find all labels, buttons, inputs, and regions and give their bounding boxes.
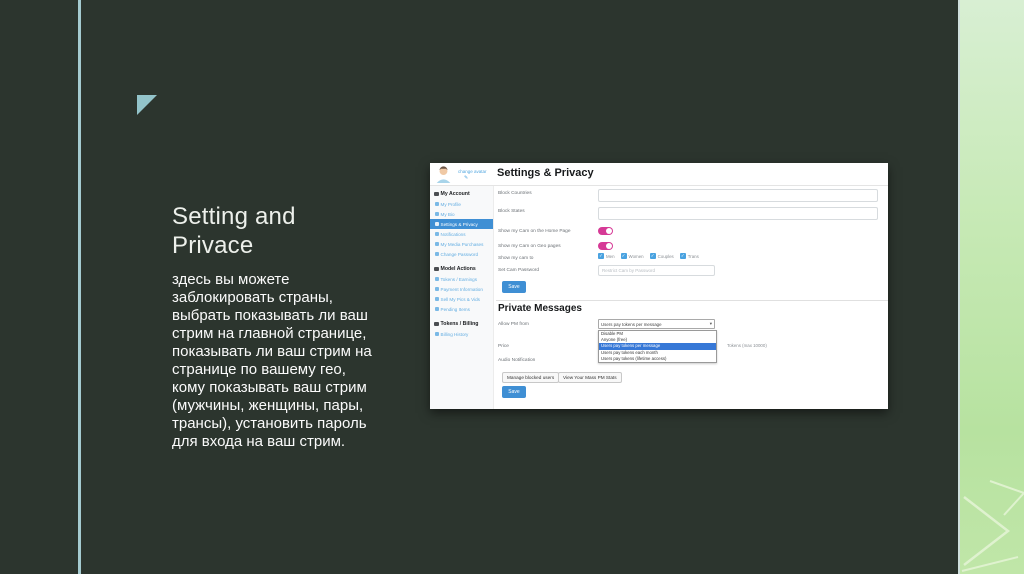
cam-password-input[interactable] [598, 265, 715, 276]
sidebar: My Account My Profile My Bio Settings & … [430, 186, 494, 409]
checkbox-men[interactable]: ✓ Men [598, 253, 615, 259]
show-geo-label: Show my Cam on Geo pages [498, 244, 561, 249]
allow-pm-dropdown: Disable PM Anyone (free) Users pay token… [598, 330, 717, 363]
user-icon [434, 191, 439, 197]
avatar [436, 166, 451, 183]
block-states-label: Block States [498, 209, 525, 214]
bell-icon [435, 232, 439, 236]
checkbox-checked-icon: ✓ [620, 253, 627, 259]
checkbox-trans[interactable]: ✓ Trans [679, 253, 699, 259]
photo-icon [435, 297, 439, 301]
app-screenshot: change avatar ✎ Settings & Privacy My Ac… [430, 163, 888, 409]
tokens-hint: Tokens (max 10000) [727, 343, 767, 348]
checkbox-couples[interactable]: ✓ Couples [649, 253, 674, 259]
bio-icon [435, 212, 439, 216]
checkbox-checked-icon: ✓ [598, 253, 604, 259]
dollar-icon [435, 277, 439, 281]
checkbox-women[interactable]: ✓ Women [620, 253, 644, 259]
block-countries-label: Block Countries [498, 191, 532, 196]
allow-pm-select[interactable]: Users pay tokens per message ▾ [598, 319, 715, 329]
toggle-knob [606, 243, 612, 249]
section-divider [496, 300, 888, 301]
chevron-down-icon: ▾ [709, 321, 712, 326]
show-cam-to-label: Show my cam to [498, 256, 534, 261]
lock-icon [435, 252, 439, 256]
sidebar-item-my-profile[interactable]: My Profile [430, 199, 493, 209]
page-title: Settings & Privacy [497, 167, 594, 179]
dropdown-option-lifetime-access[interactable]: Users pay tokens (lifetime access) [599, 356, 716, 362]
settings-panel: Block Countries Block States Show my Cam… [494, 186, 888, 409]
bank-icon [435, 287, 439, 291]
sidebar-section-tokens-billing: Tokens / Billing [430, 319, 493, 329]
slide-title-line1: Setting and [172, 203, 296, 230]
sidebar-item-media-purchases[interactable]: My Media Purchases [430, 239, 493, 249]
sidebar-section-my-account: My Account [430, 189, 493, 199]
checkbox-checked-icon: ✓ [679, 253, 686, 259]
profile-icon [435, 202, 439, 206]
presentation-slide: Setting and Privace здесь вы можете забл… [0, 0, 1024, 574]
clock-icon [435, 307, 439, 311]
settings-save-button[interactable]: Save [502, 281, 526, 293]
toggle-knob [606, 228, 612, 234]
sidebar-item-pending-items[interactable]: Pending Items [430, 304, 493, 314]
block-states-input[interactable] [598, 207, 878, 220]
history-icon [435, 332, 439, 336]
sidebar-item-sell-pics-vids[interactable]: Sell My Pics & Vids [430, 294, 493, 304]
sidebar-item-my-bio[interactable]: My Bio [430, 209, 493, 219]
price-label: Price [498, 344, 509, 349]
show-home-label: Show my Cam on the Home Page [498, 229, 571, 234]
chevron-decoration [961, 480, 1024, 572]
audio-notification-label: Audio Notification [498, 358, 536, 363]
right-green-strip [958, 0, 1024, 574]
sidebar-item-billing-history[interactable]: Billing History [430, 329, 493, 339]
private-messages-heading: Private Messages [498, 303, 582, 314]
cam-password-label: Set Cam Password [498, 268, 540, 273]
allow-pm-label: Allow PM from [498, 322, 529, 327]
slide-body-text: здесь вы можете заблокировать страны, вы… [172, 271, 372, 450]
sidebar-section-model-actions: Model Actions [430, 264, 493, 274]
show-home-toggle[interactable] [598, 227, 613, 235]
slide-title-line2: Privace [172, 232, 254, 259]
camera-icon [435, 242, 439, 246]
sidebar-item-tokens-earnings[interactable]: Tokens / Earnings [430, 274, 493, 284]
show-geo-toggle[interactable] [598, 242, 613, 250]
manage-blocked-users-button[interactable]: Manage blocked users [502, 372, 560, 383]
tag-icon [434, 266, 439, 272]
sidebar-item-change-password[interactable]: Change Password [430, 249, 493, 259]
block-countries-input[interactable] [598, 189, 878, 202]
sidebar-item-notifications[interactable]: Notifications [430, 229, 493, 239]
view-mass-pm-stats-button[interactable]: View Your Mass PM Stats [558, 372, 622, 383]
slide-title: Setting and Privace [172, 202, 402, 260]
sidebar-item-settings-privacy[interactable]: Settings & Privacy [430, 219, 493, 229]
wrench-icon [435, 222, 439, 226]
app-header: change avatar ✎ Settings & Privacy [430, 163, 888, 186]
audience-checkbox-row: ✓ Men ✓ Women ✓ Couples ✓ Trans [598, 253, 699, 259]
checkbox-checked-icon: ✓ [649, 253, 656, 259]
sidebar-item-payment-information[interactable]: Payment Information [430, 284, 493, 294]
left-accent-line [78, 0, 81, 574]
change-avatar-link[interactable]: change avatar [458, 169, 487, 174]
decorative-triangle [137, 95, 157, 115]
pencil-icon[interactable]: ✎ [464, 175, 468, 181]
billing-icon [434, 321, 439, 327]
pm-save-button[interactable]: Save [502, 386, 526, 398]
